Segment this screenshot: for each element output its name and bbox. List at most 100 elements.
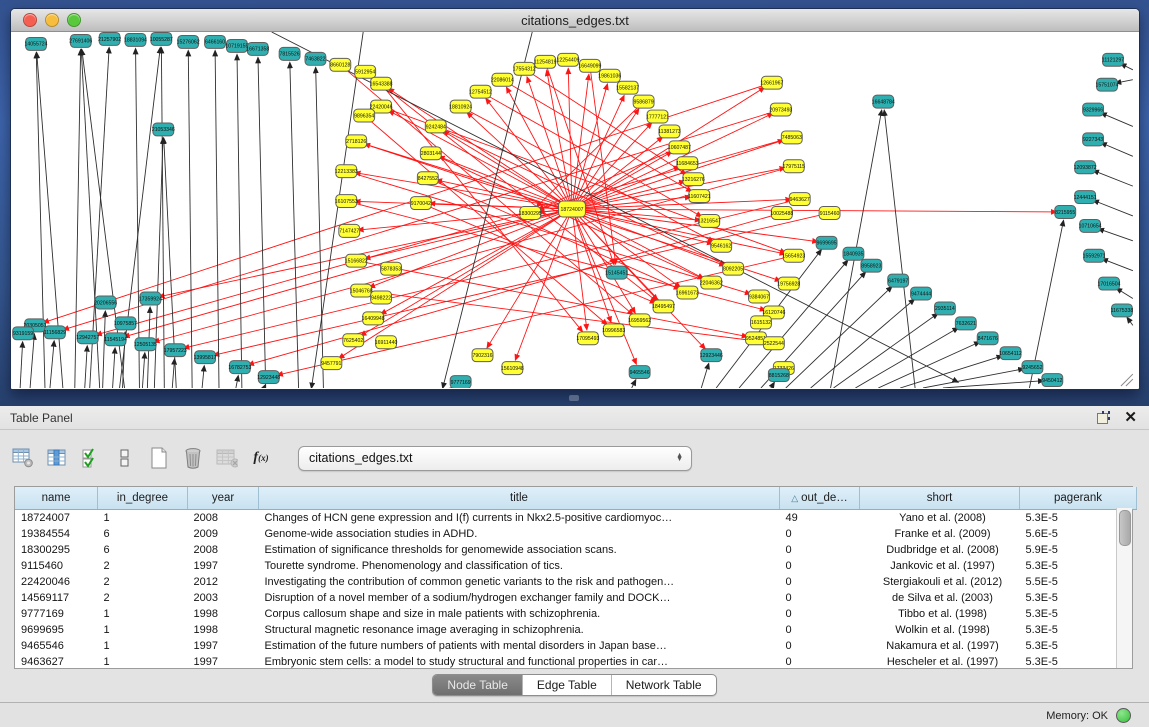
graph-node[interactable]: 6479197 bbox=[888, 274, 909, 287]
graph-edge[interactable] bbox=[214, 213, 830, 355]
table-cell[interactable]: 2008 bbox=[188, 510, 259, 527]
graph-node[interactable]: 8427552 bbox=[417, 172, 438, 185]
table-cell[interactable]: Investigating the contribution of common… bbox=[259, 574, 780, 590]
table-cell[interactable]: 9463627 bbox=[15, 654, 98, 670]
table-cell[interactable]: 1998 bbox=[188, 622, 259, 638]
graph-node[interactable]: 8092205 bbox=[723, 262, 744, 275]
table-cell[interactable]: 6 bbox=[98, 526, 188, 542]
graph-node[interactable]: 9227343 bbox=[1083, 133, 1104, 146]
graph-edge[interactable] bbox=[264, 385, 265, 388]
table-cell[interactable]: 2003 bbox=[188, 590, 259, 606]
table-row[interactable]: 2242004622012Investigating the contribut… bbox=[15, 574, 1137, 590]
graph-edge[interactable] bbox=[202, 366, 204, 388]
table-cell[interactable]: 0 bbox=[780, 622, 860, 638]
table-cell[interactable]: 22420046 bbox=[15, 574, 98, 590]
graph-edge[interactable] bbox=[389, 89, 572, 209]
graph-node[interactable]: 17554312 bbox=[513, 62, 536, 75]
table-row[interactable]: 969969511998Structural magnetic resonanc… bbox=[15, 622, 1137, 638]
graph-edge[interactable] bbox=[590, 66, 616, 264]
graph-node[interactable]: 1615132 bbox=[751, 316, 772, 329]
graph-node[interactable]: 19861036 bbox=[598, 69, 621, 82]
graph-edge[interactable] bbox=[30, 334, 34, 388]
table-cell[interactable]: 2008 bbox=[188, 542, 259, 558]
graph-node[interactable]: 9245652 bbox=[1022, 361, 1043, 374]
graph-node[interactable]: 2522544 bbox=[763, 337, 784, 350]
graph-node[interactable]: 10654112 bbox=[999, 347, 1022, 360]
graph-edge[interactable] bbox=[161, 48, 164, 388]
graph-node[interactable]: 15145451 bbox=[605, 266, 628, 279]
graph-node[interactable]: 9465546 bbox=[629, 366, 650, 379]
graph-node[interactable]: 7625402 bbox=[343, 334, 364, 347]
table-cell[interactable]: 6 bbox=[98, 542, 188, 558]
graph-node[interactable]: 16648784 bbox=[872, 95, 895, 108]
graph-node[interactable]: 21257902 bbox=[98, 32, 121, 45]
table-cell[interactable]: Structural magnetic resonance image aver… bbox=[259, 622, 780, 638]
graph-edge[interactable] bbox=[572, 209, 705, 349]
graph-node[interactable]: 21053346 bbox=[152, 123, 175, 136]
graph-node[interactable]: 8471676 bbox=[977, 332, 998, 345]
graph-edge[interactable] bbox=[1093, 171, 1132, 187]
graph-node[interactable]: 13995817 bbox=[194, 351, 217, 364]
delete-column-icon[interactable] bbox=[182, 447, 204, 469]
table-cell[interactable]: Changes of HCN gene expression and I(f) … bbox=[259, 510, 780, 527]
tab-node-table[interactable]: Node Table bbox=[433, 675, 523, 695]
close-panel-icon[interactable]: ✕ bbox=[1124, 410, 1137, 425]
graph-node[interactable]: 11121297 bbox=[1102, 53, 1124, 66]
table-cell[interactable]: 1 bbox=[98, 622, 188, 638]
graph-node[interactable]: 27691406 bbox=[69, 34, 92, 47]
graph-edge[interactable] bbox=[1102, 259, 1132, 271]
graph-node[interactable]: 12942757 bbox=[76, 331, 99, 344]
table-cell[interactable]: 1 bbox=[98, 638, 188, 654]
table-cell[interactable]: Dudbridge et al. (2008) bbox=[860, 542, 1020, 558]
graph-edge[interactable] bbox=[527, 77, 572, 209]
float-panel-icon[interactable] bbox=[1097, 411, 1110, 424]
table-cell[interactable]: Disruption of a novel member of a sodium… bbox=[259, 590, 780, 606]
column-header-name[interactable]: name bbox=[15, 487, 98, 510]
graph-node[interactable]: 10719155 bbox=[225, 39, 248, 52]
graph-node[interactable]: 9384067 bbox=[749, 290, 770, 303]
graph-node[interactable]: 11254819 bbox=[534, 55, 557, 68]
graph-node[interactable]: 8958923 bbox=[861, 259, 882, 272]
column-header-pagerank[interactable]: pagerank bbox=[1020, 487, 1137, 510]
table-cell[interactable]: Hescheler et al. (1997) bbox=[860, 654, 1020, 670]
graph-edge[interactable] bbox=[428, 178, 679, 289]
graph-edge[interactable] bbox=[545, 62, 614, 264]
graph-edge[interactable] bbox=[943, 381, 1043, 388]
table-cell[interactable]: 1 bbox=[98, 510, 188, 527]
graph-node[interactable]: 11607421 bbox=[688, 190, 711, 203]
graph-edge[interactable] bbox=[632, 380, 636, 388]
table-row[interactable]: 946362711997Embryonic stem cells: a mode… bbox=[15, 654, 1137, 670]
graph-node[interactable]: 6466160 bbox=[205, 35, 226, 48]
table-scrollbar[interactable] bbox=[1116, 508, 1132, 668]
table-row[interactable]: 946554611997Estimation of the future num… bbox=[15, 638, 1137, 654]
graph-node[interactable]: 11675338 bbox=[1111, 304, 1134, 317]
graph-node[interactable]: 7902316 bbox=[472, 349, 493, 362]
table-cell[interactable]: 1997 bbox=[188, 654, 259, 670]
network-canvas[interactable]: 1405572427691406212579021883109410055287… bbox=[12, 32, 1136, 388]
graph-node[interactable]: 16671358 bbox=[246, 42, 269, 55]
graph-node[interactable]: 9498222 bbox=[371, 291, 392, 304]
table-cell[interactable]: Embryonic stem cells: a model to study s… bbox=[259, 654, 780, 670]
graph-edge[interactable] bbox=[771, 383, 774, 388]
graph-node[interactable]: 8815268 bbox=[768, 369, 789, 382]
table-cell[interactable]: 0 bbox=[780, 526, 860, 542]
graph-node[interactable]: 8660128 bbox=[330, 58, 351, 71]
graph-node[interactable]: 16959562 bbox=[628, 314, 651, 327]
graph-node[interactable]: 15166822 bbox=[345, 254, 368, 267]
resize-grip[interactable] bbox=[1121, 374, 1133, 386]
graph-node[interactable]: 9777169 bbox=[450, 376, 471, 388]
column-header-short[interactable]: short bbox=[860, 487, 1020, 510]
graph-edge[interactable] bbox=[113, 348, 115, 388]
graph-node[interactable]: 19756928 bbox=[777, 277, 800, 290]
graph-node[interactable]: 11156829 bbox=[44, 326, 66, 339]
graph-edge[interactable] bbox=[1099, 229, 1133, 241]
graph-node[interactable]: 12661967 bbox=[760, 76, 783, 89]
graph-node[interactable]: 18300295 bbox=[519, 207, 542, 220]
table-cell[interactable]: Jankovic et al. (1997) bbox=[860, 558, 1020, 574]
table-cell[interactable]: 18724007 bbox=[15, 510, 98, 527]
graph-edge[interactable] bbox=[346, 171, 750, 294]
table-cell[interactable]: Tibbo et al. (1998) bbox=[860, 606, 1020, 622]
tab-edge-table[interactable]: Edge Table bbox=[523, 675, 612, 695]
graph-edge[interactable] bbox=[361, 291, 765, 343]
graph-node[interactable]: 10025488 bbox=[770, 207, 793, 220]
